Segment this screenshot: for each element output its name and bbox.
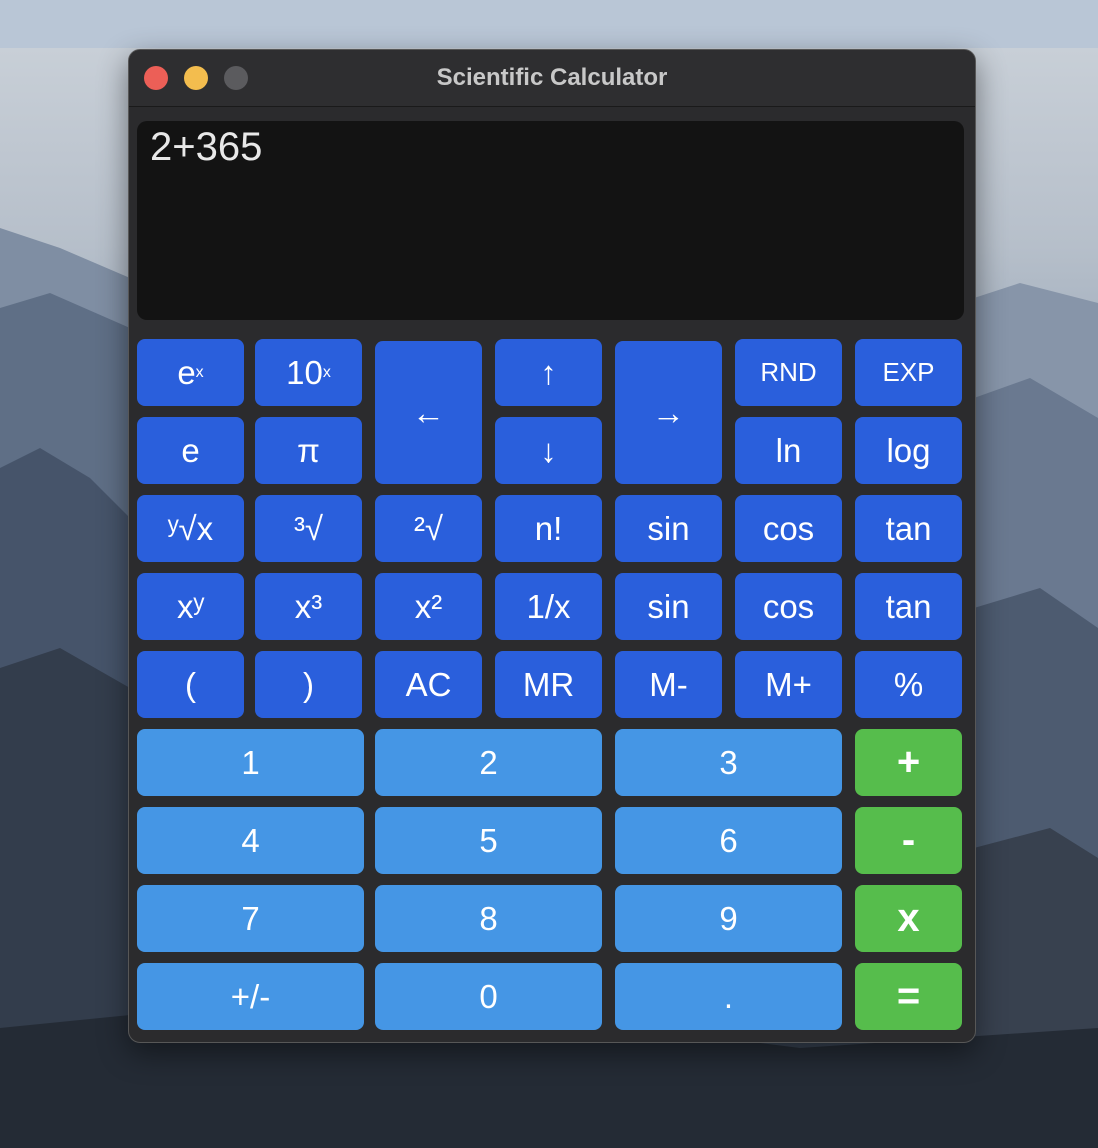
- right-paren-button[interactable]: ): [255, 651, 362, 718]
- left-paren-button[interactable]: (: [137, 651, 244, 718]
- plus-button[interactable]: +: [855, 729, 962, 796]
- digit-0-button[interactable]: 0: [375, 963, 602, 1030]
- cursor-down-button[interactable]: ↓: [495, 417, 602, 484]
- calculator-display: 2+365: [137, 121, 964, 320]
- digit-6-button[interactable]: 6: [615, 807, 842, 874]
- reciprocal-button[interactable]: 1/x: [495, 573, 602, 640]
- digit-9-button[interactable]: 9: [615, 885, 842, 952]
- cursor-right-button[interactable]: →: [615, 341, 722, 484]
- square-root-button[interactable]: ²√: [375, 495, 482, 562]
- calculator-window: Scientific Calculator 2+365 ex 10 x ← ↑ →…: [128, 49, 976, 1043]
- exp-x-superscript: x: [195, 363, 204, 381]
- digit-4-button[interactable]: 4: [137, 807, 364, 874]
- x-power-y-button[interactable]: xʸ: [137, 573, 244, 640]
- digit-7-button[interactable]: 7: [137, 885, 364, 952]
- ten-x-superscript: x: [322, 363, 331, 381]
- cursor-left-button[interactable]: ←: [375, 341, 482, 484]
- all-clear-button[interactable]: AC: [375, 651, 482, 718]
- ten-x-base: 10: [286, 353, 323, 391]
- cursor-up-button[interactable]: ↑: [495, 339, 602, 406]
- desktop-top: [0, 0, 1098, 48]
- multiply-button[interactable]: x: [855, 885, 962, 952]
- tan-button[interactable]: tan: [855, 495, 962, 562]
- cube-root-button[interactable]: ³√: [255, 495, 362, 562]
- sin-button-2[interactable]: sin: [615, 573, 722, 640]
- memory-minus-button[interactable]: M-: [615, 651, 722, 718]
- exp-x-button[interactable]: ex: [137, 339, 244, 406]
- percent-button[interactable]: %: [855, 651, 962, 718]
- exp-x-base: e: [177, 353, 196, 391]
- log-button[interactable]: log: [855, 417, 962, 484]
- digit-2-button[interactable]: 2: [375, 729, 602, 796]
- digit-5-button[interactable]: 5: [375, 807, 602, 874]
- decimal-point-button[interactable]: .: [615, 963, 842, 1030]
- ln-button[interactable]: ln: [735, 417, 842, 484]
- x-squared-button[interactable]: x²: [375, 573, 482, 640]
- exp-button[interactable]: EXP: [855, 339, 962, 406]
- sign-toggle-button[interactable]: +/-: [137, 963, 364, 1030]
- cos-button[interactable]: cos: [735, 495, 842, 562]
- y-root-x-button[interactable]: ʸ√x: [137, 495, 244, 562]
- x-cubed-button[interactable]: x³: [255, 573, 362, 640]
- display-expression: 2+365: [150, 125, 263, 169]
- tan-button-2[interactable]: tan: [855, 573, 962, 640]
- rnd-button[interactable]: RND: [735, 339, 842, 406]
- memory-plus-button[interactable]: M+: [735, 651, 842, 718]
- pi-button[interactable]: π: [255, 417, 362, 484]
- sin-button[interactable]: sin: [615, 495, 722, 562]
- digit-3-button[interactable]: 3: [615, 729, 842, 796]
- factorial-button[interactable]: n!: [495, 495, 602, 562]
- memory-recall-button[interactable]: MR: [495, 651, 602, 718]
- window-title: Scientific Calculator: [436, 64, 668, 91]
- ten-power-x-button[interactable]: 10 x: [255, 339, 362, 406]
- minus-button[interactable]: -: [855, 807, 962, 874]
- title-bar: Scientific Calculator: [129, 50, 975, 107]
- e-constant-button[interactable]: e: [137, 417, 244, 484]
- digit-1-button[interactable]: 1: [137, 729, 364, 796]
- digit-8-button[interactable]: 8: [375, 885, 602, 952]
- equals-button[interactable]: =: [855, 963, 962, 1030]
- cos-button-2[interactable]: cos: [735, 573, 842, 640]
